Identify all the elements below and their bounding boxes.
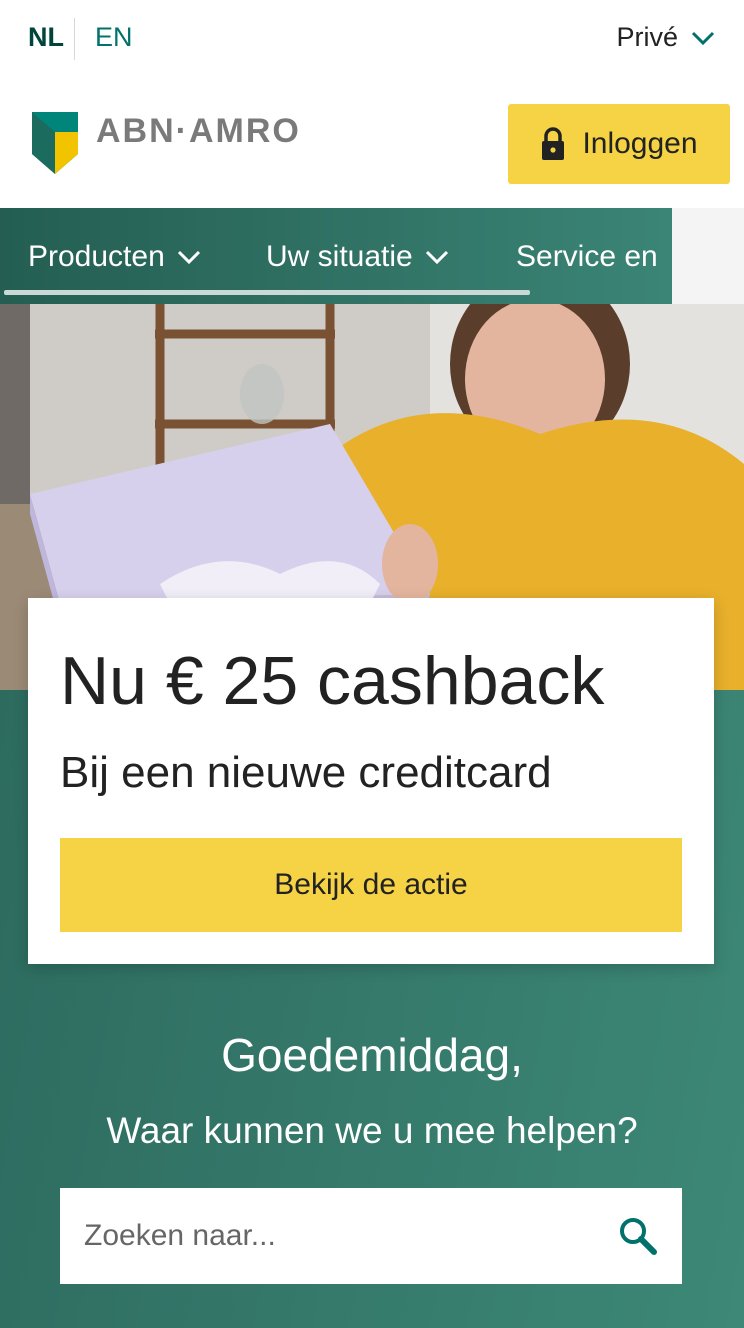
nav-item-label: Service en — [516, 240, 658, 273]
segment-label: Privé — [616, 22, 678, 52]
nav-item-label: Uw situatie — [266, 240, 413, 273]
main-nav: Producten Uw situatie Service en — [0, 208, 672, 304]
greeting-title: Goedemiddag, — [221, 1029, 523, 1081]
language-nl-link[interactable]: NL — [28, 22, 64, 53]
promo-subtitle: Bij een nieuwe creditcard — [60, 748, 552, 797]
promo-cta-button[interactable]: Bekijk de actie — [60, 838, 682, 932]
language-bar: NL EN Privé — [0, 0, 744, 78]
nav-item-label: Producten — [28, 240, 165, 273]
chevron-down-icon — [425, 250, 448, 265]
nav-item-producten[interactable]: Producten — [28, 240, 201, 274]
chevron-down-icon — [177, 250, 200, 265]
login-button[interactable]: Inloggen — [508, 104, 730, 184]
greeting-question: Waar kunnen we u mee helpen? — [106, 1110, 638, 1151]
search-icon[interactable] — [618, 1216, 658, 1256]
nav-overflow-area — [672, 208, 744, 304]
chevron-down-icon — [691, 31, 715, 45]
language-en-link[interactable]: EN — [95, 22, 133, 53]
segment-dropdown[interactable]: Privé — [616, 22, 716, 53]
search-box — [60, 1188, 682, 1284]
brand-logo[interactable]: ABN·AMRO — [30, 110, 301, 176]
lock-icon — [542, 127, 565, 160]
promo-title: Nu € 25 cashback — [60, 643, 605, 719]
brand-name: ABN·AMRO — [96, 112, 301, 150]
search-input[interactable] — [60, 1188, 600, 1284]
nav-item-uw-situatie[interactable]: Uw situatie — [266, 240, 449, 274]
nav-scroll-indicator — [4, 290, 530, 295]
shield-logo-icon — [32, 112, 78, 174]
promo-card: Nu € 25 cashback Bij een nieuwe creditca… — [28, 598, 714, 964]
nav-item-service[interactable]: Service en — [516, 240, 658, 274]
login-label: Inloggen — [582, 127, 698, 160]
language-divider — [74, 18, 75, 60]
site-header: ABN·AMRO Inloggen — [0, 78, 744, 208]
